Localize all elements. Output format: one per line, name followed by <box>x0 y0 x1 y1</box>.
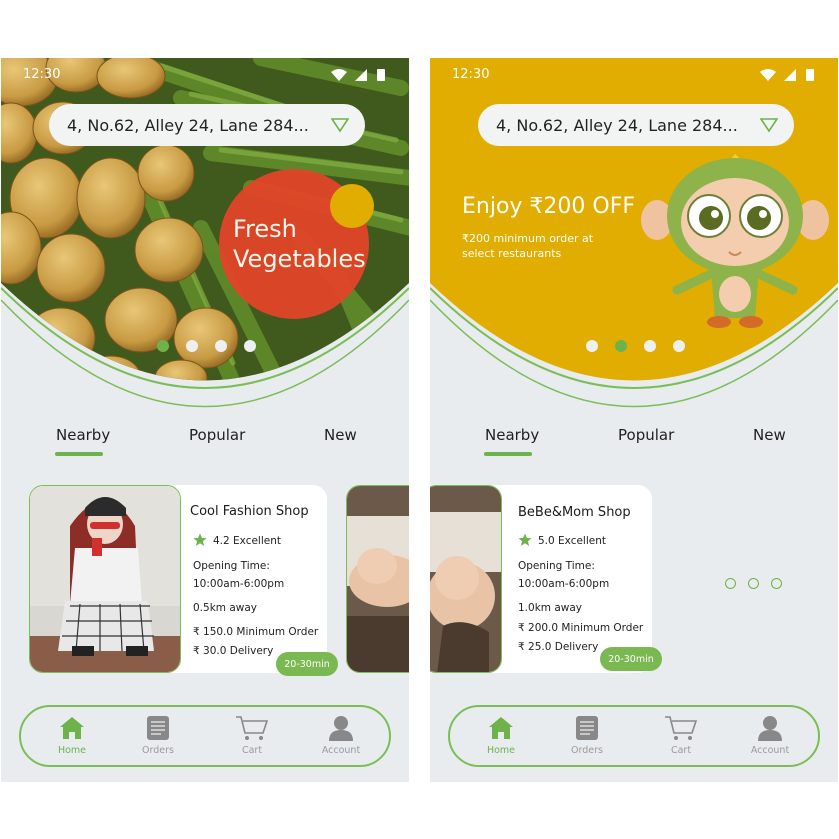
nav-home[interactable]: Home <box>37 715 107 756</box>
signal-icon <box>784 69 796 81</box>
chevron-down-icon <box>331 118 349 133</box>
nav-home-label: Home <box>57 745 87 756</box>
delivery-time-pill: 20-30min <box>276 652 338 676</box>
orders-icon <box>576 716 598 740</box>
tab-nearby[interactable]: Nearby <box>56 426 110 444</box>
shop-photo <box>29 485 181 673</box>
nav-cart[interactable]: Cart <box>217 715 287 756</box>
tab-popular[interactable]: Popular <box>189 426 245 444</box>
carousel-dots <box>586 340 685 352</box>
card-pager-dot-1[interactable] <box>725 578 736 589</box>
shop-distance: 0.5km away <box>193 602 258 614</box>
tab-new[interactable]: New <box>753 426 786 444</box>
carousel-dot-4[interactable] <box>244 340 256 352</box>
shop-name: BeBe&Mom Shop <box>518 505 631 520</box>
tab-popular[interactable]: Popular <box>618 426 674 444</box>
carousel-dot-1[interactable] <box>586 340 598 352</box>
badge-line-2: Vegetables <box>233 245 366 273</box>
home-icon <box>60 717 84 739</box>
card-pager-dots <box>725 578 782 589</box>
delivery-fee: ₹ 30.0 Delivery <box>193 645 274 657</box>
delivery-fee: ₹ 25.0 Delivery <box>518 641 599 653</box>
home-icon <box>489 717 513 739</box>
nav-home-label: Home <box>486 745 516 756</box>
card-pager-dot-2[interactable] <box>748 578 759 589</box>
badge-text: Fresh Vegetables <box>233 214 366 274</box>
tab-new[interactable]: New <box>324 426 357 444</box>
nav-account[interactable]: Account <box>306 715 376 756</box>
nav-cart-label: Cart <box>670 745 692 756</box>
status-time: 12:30 <box>452 67 490 82</box>
address-text: 4, No.62, Alley 24, Lane 284... <box>496 115 738 135</box>
signal-icon <box>355 69 367 81</box>
promo-title: Enjoy ₹200 OFF <box>462 194 636 219</box>
active-tab-indicator <box>484 452 532 456</box>
shop-rating: 5.0 Excellent <box>538 535 606 547</box>
carousel-dot-4[interactable] <box>673 340 685 352</box>
phone-screen-promo: 12:30 4, No.62, Alley 24, Lane 284... En… <box>430 58 838 782</box>
cart-icon <box>665 716 698 740</box>
minimum-order: ₹ 200.0 Minimum Order <box>518 622 644 634</box>
minimum-order: ₹ 150.0 Minimum Order <box>193 626 319 638</box>
opening-hours: 10:00am-6:00pm <box>193 578 285 590</box>
bottom-nav: Home Orders Cart Account <box>448 705 820 767</box>
status-icons <box>331 69 385 81</box>
battery-icon <box>377 69 385 81</box>
shop-distance: 1.0km away <box>518 602 583 614</box>
nav-cart-label: Cart <box>241 745 263 756</box>
star-icon <box>193 533 207 546</box>
nav-cart[interactable]: Cart <box>646 715 716 756</box>
badge-line-1: Fresh <box>233 215 297 243</box>
status-icons <box>760 69 814 81</box>
bottom-nav: Home Orders Cart Account <box>19 705 391 767</box>
promo-subtitle: ₹200 minimum order at select restaurants <box>462 231 622 261</box>
carousel-dot-2[interactable] <box>186 340 198 352</box>
wifi-icon <box>760 69 776 81</box>
chevron-down-icon <box>760 118 778 133</box>
promo-line-2: select restaurants <box>462 247 562 260</box>
opening-time-label: Opening Time: <box>193 560 270 572</box>
star-icon <box>518 533 532 546</box>
category-tabs: Nearby Popular New <box>1 426 409 460</box>
carousel-dots <box>157 340 256 352</box>
active-tab-indicator <box>55 452 103 456</box>
carousel-dot-3[interactable] <box>215 340 227 352</box>
address-selector[interactable]: 4, No.62, Alley 24, Lane 284... <box>478 104 794 146</box>
nav-account-label: Account <box>321 745 361 756</box>
phone-screen-vegetables: 12:30 4, No.62, Alley 24, Lane 284... Fr… <box>1 58 409 782</box>
opening-time-label: Opening Time: <box>518 560 595 572</box>
cart-icon <box>236 716 269 740</box>
nav-orders-label: Orders <box>571 745 603 756</box>
account-icon <box>758 716 782 741</box>
address-text: 4, No.62, Alley 24, Lane 284... <box>67 115 309 135</box>
carousel-dot-2[interactable] <box>615 340 627 352</box>
shop-photo <box>430 485 502 673</box>
address-selector[interactable]: 4, No.62, Alley 24, Lane 284... <box>49 104 365 146</box>
account-icon <box>329 716 353 741</box>
battery-icon <box>806 69 814 81</box>
delivery-time-pill: 20-30min <box>600 647 662 671</box>
orders-icon <box>147 716 169 740</box>
status-time: 12:30 <box>23 67 61 82</box>
card-pager-dot-3[interactable] <box>771 578 782 589</box>
shop-card-next[interactable] <box>346 485 409 673</box>
nav-account-label: Account <box>750 745 790 756</box>
tab-nearby[interactable]: Nearby <box>485 426 539 444</box>
carousel-dot-1[interactable] <box>157 340 169 352</box>
shop-name: Cool Fashion Shop <box>190 504 309 519</box>
shop-card[interactable]: BeBe&Mom Shop 5.0 Excellent Opening Time… <box>430 485 662 673</box>
nav-orders-label: Orders <box>142 745 174 756</box>
carousel-dot-3[interactable] <box>644 340 656 352</box>
nav-home[interactable]: Home <box>466 715 536 756</box>
wifi-icon <box>331 69 347 81</box>
opening-hours: 10:00am-6:00pm <box>518 578 610 590</box>
nav-account[interactable]: Account <box>735 715 805 756</box>
shop-photo-next <box>346 485 409 673</box>
nav-orders[interactable]: Orders <box>552 715 622 756</box>
shop-rating: 4.2 Excellent <box>213 535 281 547</box>
shop-card[interactable]: Cool Fashion Shop 4.2 Excellent Opening … <box>29 485 338 676</box>
promo-line-1: ₹200 minimum order at <box>462 232 594 245</box>
category-tabs: Nearby Popular New <box>430 426 838 460</box>
nav-orders[interactable]: Orders <box>123 715 193 756</box>
